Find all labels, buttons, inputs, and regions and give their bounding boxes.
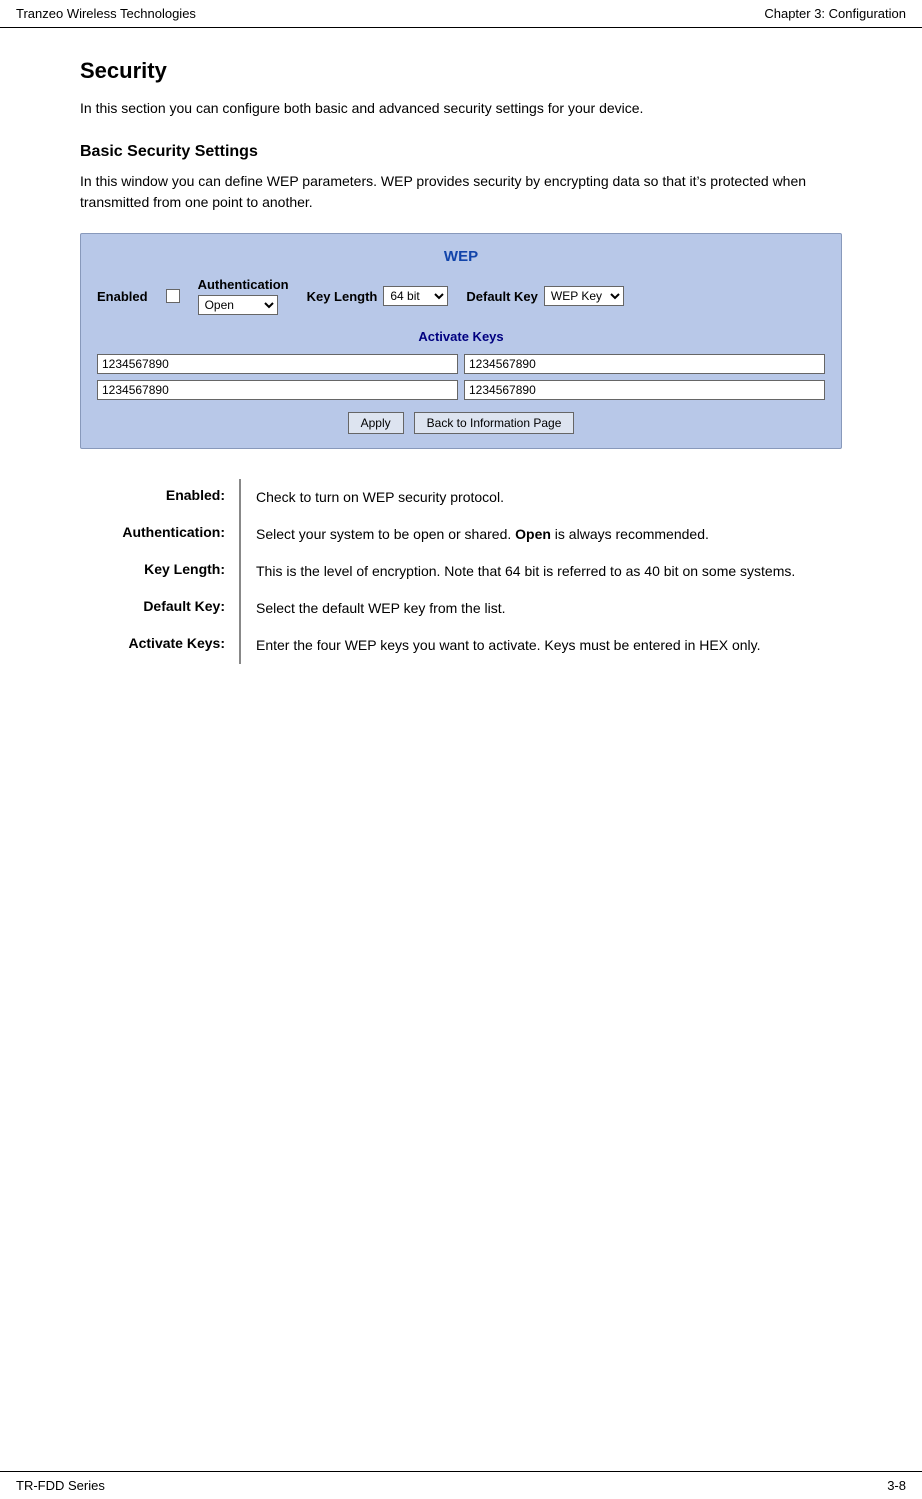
content-area: Security In this section you can configu…	[0, 28, 922, 744]
defaultkey-select[interactable]: WEP Key 1 WEP Key 2 WEP Key 3 WEP Key 4	[544, 286, 624, 306]
back-to-info-button[interactable]: Back to Information Page	[414, 412, 575, 434]
desc-row: Enabled:Check to turn on WEP security pr…	[80, 479, 842, 516]
auth-group: Authentication Open Shared	[198, 277, 289, 315]
apply-button[interactable]: Apply	[348, 412, 404, 434]
desc-label: Enabled:	[80, 479, 240, 516]
activate-keys-title: Activate Keys	[97, 329, 825, 344]
enabled-checkbox[interactable]	[166, 289, 180, 303]
desc-row: Authentication:Select your system to be …	[80, 516, 842, 553]
desc-value: Enter the four WEP keys you want to acti…	[242, 627, 842, 664]
key-inputs-grid	[97, 354, 825, 400]
page-header: Tranzeo Wireless Technologies Chapter 3:…	[0, 0, 922, 28]
key-input-1[interactable]	[97, 354, 458, 374]
desc-row: Activate Keys:Enter the four WEP keys yo…	[80, 627, 842, 664]
desc-value: Check to turn on WEP security protocol.	[242, 479, 842, 516]
desc-value: This is the level of encryption. Note th…	[242, 553, 842, 590]
wep-panel-title: WEP	[97, 248, 825, 265]
enabled-label: Enabled	[97, 289, 148, 304]
series-name: TR-FDD Series	[16, 1478, 105, 1493]
keylength-group: Key Length 64 bit 128 bit	[307, 286, 449, 306]
chapter-title: Chapter 3: Configuration	[764, 6, 906, 21]
key-input-2[interactable]	[464, 354, 825, 374]
key-input-4[interactable]	[464, 380, 825, 400]
desc-row: Key Length:This is the level of encrypti…	[80, 553, 842, 590]
desc-label: Activate Keys:	[80, 627, 240, 664]
desc-value: Select the default WEP key from the list…	[242, 590, 842, 627]
description-table: Enabled:Check to turn on WEP security pr…	[80, 479, 842, 664]
subsection-desc: In this window you can define WEP parame…	[80, 171, 842, 213]
wep-buttons: Apply Back to Information Page	[97, 412, 825, 434]
auth-select[interactable]: Open Shared	[198, 295, 278, 315]
subsection-title: Basic Security Settings	[80, 143, 842, 161]
defaultkey-label: Default Key	[466, 289, 538, 304]
key-input-3[interactable]	[97, 380, 458, 400]
desc-label: Default Key:	[80, 590, 240, 627]
intro-text: In this section you can configure both b…	[80, 98, 842, 119]
desc-value: Select your system to be open or shared.…	[242, 516, 842, 553]
desc-label: Key Length:	[80, 553, 240, 590]
wep-controls-row: Enabled Authentication Open Shared Key L…	[97, 277, 825, 315]
keylength-select[interactable]: 64 bit 128 bit	[383, 286, 448, 306]
wep-panel: WEP Enabled Authentication Open Shared K…	[80, 233, 842, 449]
desc-label: Authentication:	[80, 516, 240, 553]
defaultkey-group: Default Key WEP Key 1 WEP Key 2 WEP Key …	[466, 286, 624, 306]
company-name: Tranzeo Wireless Technologies	[16, 6, 196, 21]
desc-row: Default Key:Select the default WEP key f…	[80, 590, 842, 627]
section-title: Security	[80, 58, 842, 84]
page-number: 3-8	[887, 1478, 906, 1493]
page-footer: TR-FDD Series 3-8	[0, 1471, 922, 1499]
keylength-label: Key Length	[307, 289, 378, 304]
auth-label: Authentication	[198, 277, 289, 292]
